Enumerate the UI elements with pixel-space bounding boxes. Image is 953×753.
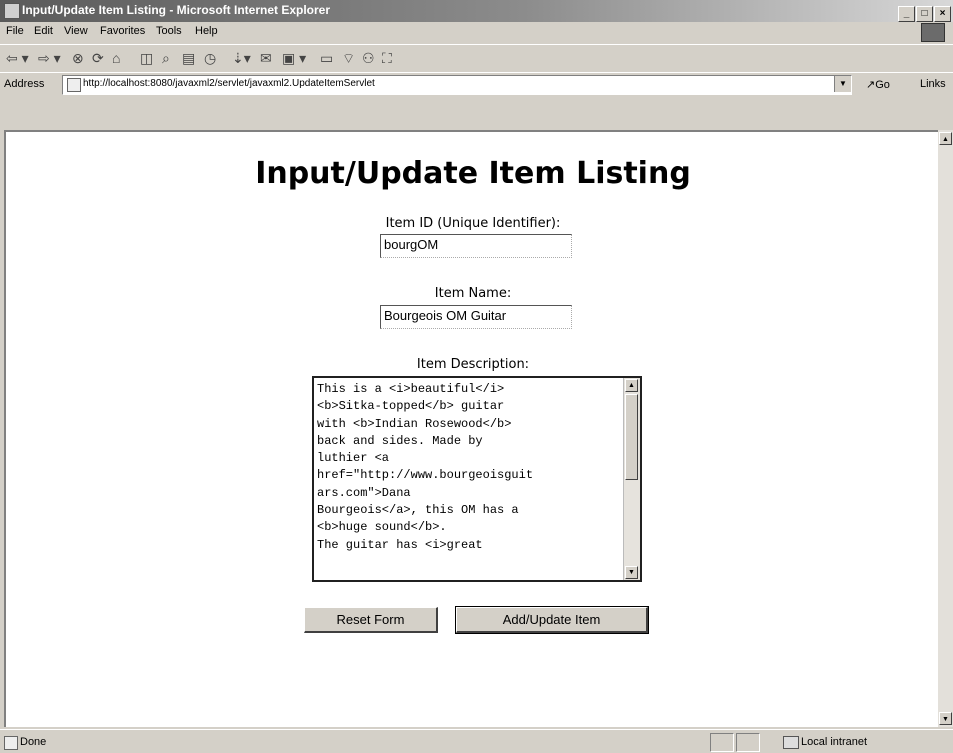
item-id-input[interactable]: bourgOM xyxy=(380,234,572,258)
ie-icon xyxy=(4,3,20,19)
print-icon[interactable]: ▭ xyxy=(320,50,333,66)
item-description-text: This is a <i>beautiful</i> <b>Sitka-topp… xyxy=(317,382,534,552)
search-icon[interactable]: ⌕ xyxy=(162,50,170,66)
menu-help[interactable]: Help xyxy=(195,25,218,37)
menu-edit[interactable]: Edit xyxy=(34,25,53,37)
reset-form-button[interactable]: Reset Form xyxy=(304,607,438,633)
scroll-down-icon[interactable]: ▼ xyxy=(625,566,638,579)
chevron-down-icon[interactable]: ▼ xyxy=(834,76,851,92)
channels-icon[interactable]: ⇣▾ xyxy=(232,50,251,66)
item-description-textarea[interactable]: This is a <i>beautiful</i> <b>Sitka-topp… xyxy=(312,376,642,582)
minimize-button[interactable]: _ xyxy=(898,6,915,22)
address-input[interactable]: http://localhost:8080/javaxml2/servlet/j… xyxy=(62,75,852,95)
menu-bar: File Edit View Favorites Tools Help xyxy=(0,22,953,42)
window-title: Input/Update Item Listing - Microsoft In… xyxy=(22,3,331,17)
maximize-button[interactable]: □ xyxy=(916,6,933,22)
home-icon[interactable]: ⌂ xyxy=(112,50,120,66)
discuss-icon[interactable]: ⌔ xyxy=(342,50,355,66)
window-controls: _ □ × xyxy=(897,3,951,22)
messenger-icon[interactable]: ⚇ xyxy=(362,50,375,66)
add-update-item-button[interactable]: Add/Update Item xyxy=(455,606,649,634)
status-panel xyxy=(710,733,734,752)
history-icon[interactable]: ◷ xyxy=(204,50,216,66)
address-bar: Address http://localhost:8080/javaxml2/s… xyxy=(0,72,953,97)
go-button[interactable]: ↗Go xyxy=(866,78,890,91)
page-icon xyxy=(67,78,81,92)
refresh-icon[interactable]: ⟳ xyxy=(92,50,104,66)
browser-window: Input/Update Item Listing - Microsoft In… xyxy=(0,0,953,752)
close-button[interactable]: × xyxy=(934,6,951,22)
page-icon xyxy=(4,736,18,750)
status-panel xyxy=(736,733,760,752)
mail-icon[interactable]: ✉ xyxy=(260,50,272,66)
menu-view[interactable]: View xyxy=(64,25,88,37)
menu-file[interactable]: File xyxy=(6,25,24,37)
item-id-label: Item ID (Unique Identifier): xyxy=(385,216,561,231)
scroll-up-icon[interactable]: ▲ xyxy=(625,379,638,392)
title-bar: Input/Update Item Listing - Microsoft In… xyxy=(0,0,953,22)
forward-icon[interactable]: ⇨ ▾ xyxy=(38,50,61,66)
favorites-icon[interactable]: ▤ xyxy=(182,50,195,66)
stop-icon[interactable]: ⊗ xyxy=(72,50,84,66)
scroll-thumb[interactable] xyxy=(625,394,638,480)
links-button[interactable]: Links xyxy=(920,78,946,90)
address-label: Address xyxy=(4,78,45,90)
address-url: http://localhost:8080/javaxml2/servlet/j… xyxy=(83,78,375,89)
page-content: Input/Update Item Listing Item ID (Uniqu… xyxy=(4,130,938,727)
security-zone: Local intranet xyxy=(801,736,868,748)
scroll-up-icon[interactable]: ▲ xyxy=(939,132,952,145)
back-icon[interactable]: ⇦ ▾ xyxy=(6,50,29,66)
menu-favorites[interactable]: Favorites xyxy=(100,25,145,37)
item-name-label: Item Name: xyxy=(434,286,512,301)
toolbar: ⇦ ▾ ⇨ ▾ ⊗ ⟳ ⌂ ◫ ⌕ ▤ ◷ ⇣▾ ✉ ▣ ▾ ▭ ⌔ ⚇ ⛶ xyxy=(0,44,953,71)
status-text: Done xyxy=(20,736,47,748)
item-name-input[interactable]: Bourgeois OM Guitar xyxy=(380,305,572,329)
fullscreen-icon[interactable]: ◫ xyxy=(140,50,153,66)
page-title: Input/Update Item Listing xyxy=(255,156,691,191)
textarea-scrollbar[interactable]: ▲ ▼ xyxy=(623,378,640,580)
research-icon[interactable]: ⛶ xyxy=(382,50,392,66)
edit-page-icon[interactable]: ▣ ▾ xyxy=(282,50,306,66)
menu-tools[interactable]: Tools xyxy=(156,25,182,37)
intranet-icon xyxy=(783,736,799,749)
go-label: Go xyxy=(875,79,890,91)
item-description-label: Item Description: xyxy=(416,357,530,372)
scroll-down-icon[interactable]: ▼ xyxy=(939,712,952,725)
page-scrollbar[interactable]: ▲ ▼ xyxy=(938,130,953,727)
status-bar: Done Local intranet xyxy=(0,729,953,753)
windows-logo-icon xyxy=(921,23,945,42)
